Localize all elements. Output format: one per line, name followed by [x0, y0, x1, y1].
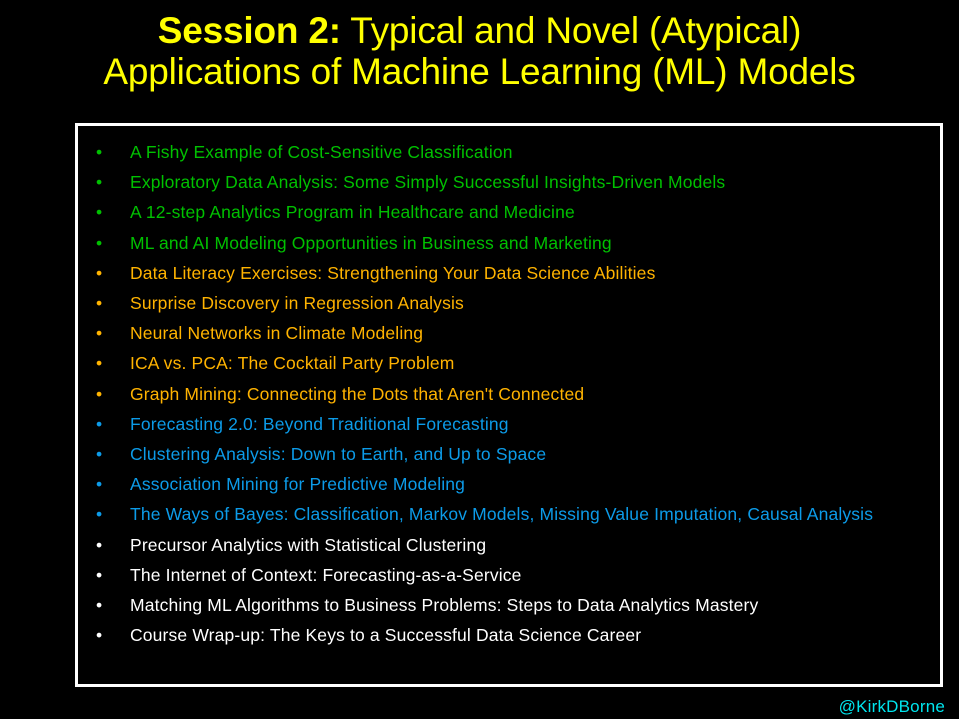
bullet-icon: •	[96, 444, 103, 465]
list-item: • The Ways of Bayes: Classification, Mark…	[96, 499, 932, 529]
bullet-icon: •	[96, 262, 103, 283]
list-item: • Association Mining for Predictive Model…	[96, 469, 932, 499]
list-item: • Graph Mining: Connecting the Dots that …	[96, 379, 932, 409]
bullet-icon: •	[96, 293, 103, 314]
title-session-label: Session 2:	[157, 10, 341, 51]
list-item: • Data Literacy Exercises: Strengthening …	[96, 258, 932, 288]
list-item-label: Forecasting 2.0: Beyond Traditional Fore…	[130, 413, 509, 434]
list-item-label: Clustering Analysis: Down to Earth, and …	[130, 444, 547, 465]
bullet-icon: •	[96, 595, 103, 616]
bullet-icon: •	[96, 474, 103, 495]
list-item-label: The Internet of Context: Forecasting-as-…	[130, 564, 522, 585]
list-item: • A Fishy Example of Cost-Sensitive Class…	[96, 137, 932, 167]
list-item-label: Course Wrap-up: The Keys to a Successful…	[130, 625, 642, 646]
list-item: • Matching ML Algorithms to Business Prob…	[96, 590, 932, 620]
list-item-label: Surprise Discovery in Regression Analysi…	[130, 293, 464, 314]
list-item: • ML and AI Modeling Opportunities in Bus…	[96, 228, 932, 258]
slide-title: Session 2: Typical and Novel (Atypical) …	[0, 10, 959, 92]
bullet-icon: •	[96, 413, 103, 434]
bullet-icon: •	[96, 625, 103, 646]
bullet-icon: •	[96, 564, 103, 585]
topics-list: • A Fishy Example of Cost-Sensitive Class…	[78, 126, 940, 650]
list-item: • The Internet of Context: Forecasting-as…	[96, 560, 932, 590]
bullet-icon: •	[96, 142, 103, 162]
bullet-icon: •	[96, 202, 103, 223]
bullet-icon: •	[96, 172, 103, 193]
title-line-2: Applications of Machine Learning (ML) Mo…	[103, 51, 856, 92]
list-item-label: ICA vs. PCA: The Cocktail Party Problem	[130, 353, 455, 374]
list-item: • Clustering Analysis: Down to Earth, and…	[96, 439, 932, 469]
list-item-label: Matching ML Algorithms to Business Probl…	[130, 595, 759, 616]
bullet-icon: •	[96, 383, 103, 404]
bullet-icon: •	[96, 353, 103, 374]
list-item: • Neural Networks in Climate Modeling	[96, 318, 932, 348]
author-handle: @KirkDBorne	[838, 697, 945, 716]
bullet-icon: •	[96, 323, 103, 344]
title-line-1-rest: Typical and Novel (Atypical)	[340, 10, 802, 51]
list-item-label: A 12-step Analytics Program in Healthcar…	[130, 202, 575, 223]
list-item: • A 12-step Analytics Program in Healthca…	[96, 197, 932, 227]
list-item-label: The Ways of Bayes: Classification, Marko…	[130, 504, 874, 525]
list-item-label: Exploratory Data Analysis: Some Simply S…	[130, 172, 726, 193]
bullet-icon: •	[96, 534, 103, 555]
list-item: • Precursor Analytics with Statistical Cl…	[96, 530, 932, 560]
list-item-label: Association Mining for Predictive Modeli…	[130, 474, 466, 495]
title-line-1: Session 2: Typical and Novel (Atypical)	[0, 10, 959, 51]
topics-frame: • A Fishy Example of Cost-Sensitive Class…	[75, 123, 943, 687]
list-item-label: A Fishy Example of Cost-Sensitive Classi…	[130, 142, 513, 162]
slide-canvas: Session 2: Typical and Novel (Atypical) …	[0, 0, 959, 719]
list-item: • Exploratory Data Analysis: Some Simply …	[96, 167, 932, 197]
list-item: • Course Wrap-up: The Keys to a Successfu…	[96, 620, 932, 650]
bullet-icon: •	[96, 232, 103, 253]
list-item: • ICA vs. PCA: The Cocktail Party Problem	[96, 348, 932, 378]
list-item-label: ML and AI Modeling Opportunities in Busi…	[130, 232, 612, 253]
list-item: • Surprise Discovery in Regression Analys…	[96, 288, 932, 318]
list-item-label: Data Literacy Exercises: Strengthening Y…	[130, 262, 656, 283]
bullet-icon: •	[96, 504, 103, 525]
list-item-label: Graph Mining: Connecting the Dots that A…	[130, 383, 585, 404]
list-item: • Forecasting 2.0: Beyond Traditional For…	[96, 409, 932, 439]
list-item-label: Precursor Analytics with Statistical Clu…	[130, 534, 487, 555]
list-item-label: Neural Networks in Climate Modeling	[130, 323, 424, 344]
